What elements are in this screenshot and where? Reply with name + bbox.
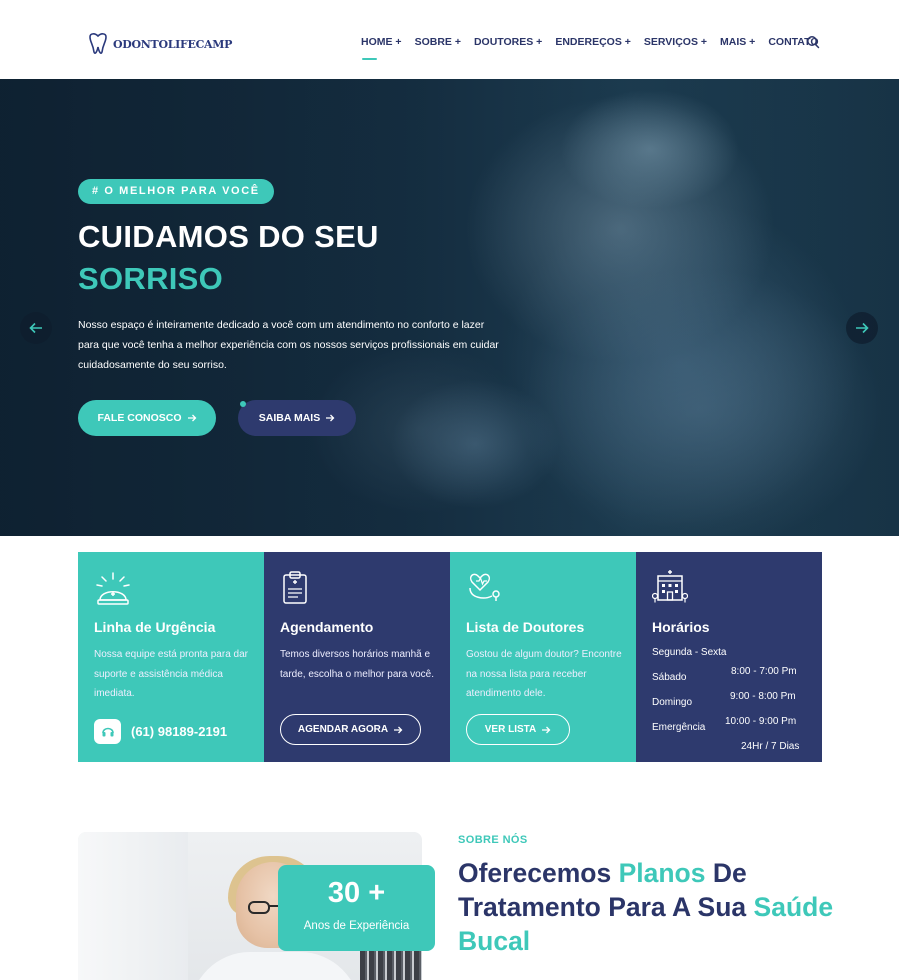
card-urgencia-title: Linha de Urgência [94, 619, 216, 635]
card-urgencia: Linha de Urgência Nossa equipe está pron… [78, 552, 264, 762]
hours-emergencia: Emergência [652, 722, 706, 733]
hospital-icon [652, 570, 688, 603]
hero-overlay [0, 79, 899, 536]
arrow-right-icon [187, 414, 196, 422]
card-agendamento-text: Temos diversos horários manhã e tarde, e… [280, 649, 434, 680]
card-horarios: Horários Segunda - Sexta Sábado 8:00 - 7… [636, 552, 822, 762]
headset-icon [94, 719, 121, 744]
agendar-agora-label: AGENDAR AGORA [297, 724, 389, 735]
slider-prev-button[interactable] [20, 312, 52, 344]
arrow-right-icon [856, 322, 869, 334]
ver-lista-label: VER LISTA [484, 724, 537, 735]
hours-domingo: Domingo [652, 697, 693, 708]
nav-enderecos[interactable]: ENDEREÇOS + [555, 36, 631, 48]
arrow-right-icon [542, 726, 551, 733]
about-image-binders [360, 948, 422, 980]
ver-lista-button[interactable]: VER LISTA [466, 714, 570, 745]
hero-title-highlight: SORRISO [78, 261, 224, 296]
slider-next-button[interactable] [846, 312, 878, 344]
agendar-agora-button[interactable]: AGENDAR AGORA [280, 714, 421, 745]
hero-tag: # O MELHOR PARA VOCÊ [78, 179, 274, 204]
nav-doutores[interactable]: DOUTORES + [474, 36, 542, 48]
fale-conosco-button[interactable]: FALE CONOSCO [78, 400, 216, 436]
hero-description: Nosso espaço é inteiramente dedicado a v… [78, 319, 499, 371]
hero-slider: # O MELHOR PARA VOCÊ CUIDAMOS DO SEU SOR… [0, 79, 899, 536]
nav-mais[interactable]: MAIS + [720, 36, 755, 48]
nav-sobre[interactable]: SOBRE + [415, 36, 461, 48]
card-urgencia-text: Nossa equipe está pronta para dar suport… [94, 649, 248, 699]
experience-badge: 30 + Anos de Experiência [278, 865, 435, 951]
search-icon[interactable] [806, 35, 820, 49]
clipboard-icon [283, 571, 307, 604]
about-title-part-1: Oferecemos [458, 858, 619, 888]
logo[interactable]: ODONTOLIFECAMP [86, 32, 232, 56]
site-header: ODONTOLIFECAMP HOME + SOBRE + DOUTORES +… [0, 0, 899, 79]
nav-servicos[interactable]: SERVIÇOS + [644, 36, 707, 48]
card-doutores-text: Gostou de algum doutor? Encontre na noss… [466, 649, 622, 699]
hero-title: CUIDAMOS DO SEU [78, 219, 379, 254]
arrow-right-icon [326, 414, 335, 422]
experience-label: Anos de Experiência [303, 920, 410, 932]
arrow-right-icon [394, 726, 403, 733]
hours-time-1: 8:00 - 7:00 Pm [731, 666, 797, 677]
info-cards: Linha de Urgência Nossa equipe está pron… [78, 552, 822, 762]
saiba-mais-label: SAIBA MAIS [258, 412, 321, 424]
siren-icon [96, 572, 130, 605]
hours-sabado: Sábado [652, 672, 687, 683]
card-agendamento-title: Agendamento [280, 619, 374, 635]
about-title-highlight-1: Planos [618, 858, 706, 888]
urgencia-phone[interactable]: (61) 98189-2191 [94, 719, 227, 744]
tooth-logo-icon [89, 33, 107, 54]
card-doutores: Lista de Doutores Gostou de algum doutor… [450, 552, 636, 762]
arrow-left-icon [29, 322, 42, 334]
about-title: Oferecemos Planos De Tratamento Para A S… [458, 856, 858, 958]
nav-home[interactable]: HOME + [361, 36, 402, 48]
hours-time-3: 10:00 - 9:00 Pm [725, 716, 797, 727]
about-image-window [78, 832, 188, 980]
card-agendamento: Agendamento Temos diversos horários manh… [264, 552, 450, 762]
experience-number: 30 + [327, 877, 386, 909]
card-horarios-title: Horários [652, 619, 710, 635]
hours-weekdays: Segunda - Sexta [652, 647, 727, 658]
saiba-mais-button[interactable]: SAIBA MAIS [238, 400, 356, 436]
main-nav: HOME + SOBRE + DOUTORES + ENDEREÇOS + SE… [361, 36, 832, 48]
nav-active-indicator [362, 58, 377, 60]
about-tag: SOBRE NÓS [458, 834, 528, 846]
stethoscope-heart-icon [469, 573, 500, 601]
card-doutores-title: Lista de Doutores [466, 619, 585, 635]
urgencia-phone-number: (61) 98189-2191 [131, 724, 228, 739]
fale-conosco-label: FALE CONOSCO [97, 412, 182, 424]
logo-text: ODONTOLIFECAMP [113, 37, 233, 51]
hours-time-2: 9:00 - 8:00 Pm [730, 691, 796, 702]
hours-time-4: 24Hr / 7 Dias [741, 741, 800, 752]
about-image-coat [190, 952, 360, 980]
